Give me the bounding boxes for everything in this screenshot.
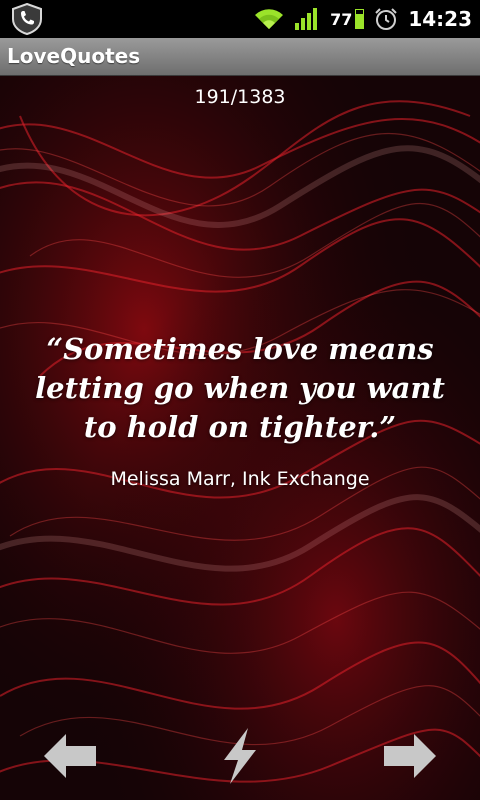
alarm-clock-icon: [375, 8, 398, 30]
quote-author: Melissa Marr, Ink Exchange: [110, 468, 370, 490]
arrow-left-icon[interactable]: [40, 726, 100, 786]
title-bar: LoveQuotes: [0, 38, 480, 76]
battery-icon: [355, 9, 365, 29]
phone-shield-icon: [12, 3, 42, 35]
battery-fill: [356, 14, 364, 28]
status-icons: 77 14:23: [254, 0, 472, 38]
lightning-icon[interactable]: [210, 726, 270, 786]
app-title: LoveQuotes: [7, 44, 141, 68]
quote-text: “Sometimes love means letting go when yo…: [35, 332, 445, 444]
quote-counter: 191/1383: [194, 86, 286, 108]
arrow-right-icon[interactable]: [380, 726, 440, 786]
battery-level: 77: [330, 9, 353, 29]
clock: 14:23: [408, 7, 472, 31]
screen: 77 14:23 LoveQuotes 191/1383 “Sometimes …: [0, 0, 480, 800]
status-bar: 77 14:23: [0, 0, 480, 38]
wifi-icon: [255, 9, 284, 29]
battery-indicator: 77: [330, 9, 365, 29]
signal-icon: [295, 8, 318, 30]
quote-view[interactable]: 191/1383 “Sometimes love means letting g…: [0, 76, 480, 800]
